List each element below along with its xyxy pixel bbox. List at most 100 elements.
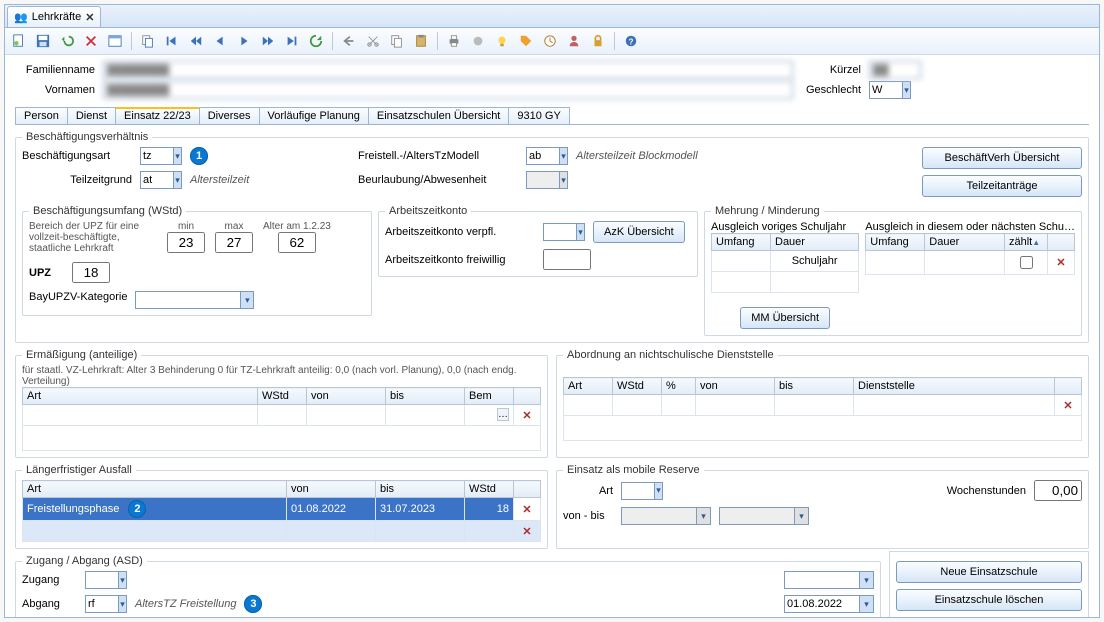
chevron-down-icon[interactable]: ▾ xyxy=(654,483,662,499)
azk-verpfl-value[interactable] xyxy=(544,224,576,240)
first-record-icon[interactable] xyxy=(162,31,182,51)
mehrung-left-grid[interactable]: Umfang Dauer Schuljahr xyxy=(711,233,859,293)
teilzeitantraege-button[interactable]: Teilzeitanträge xyxy=(922,175,1082,197)
delete-row-icon[interactable]: ✕ xyxy=(514,521,541,542)
beurlaubung-value[interactable] xyxy=(527,172,559,188)
abordnung-grid[interactable]: Art WStd % von bis Dienststelle ✕ xyxy=(563,377,1082,441)
zaehlt-checkbox[interactable] xyxy=(1020,256,1033,269)
prev-page-icon[interactable] xyxy=(186,31,206,51)
bayupzv-combo[interactable]: ▾ xyxy=(135,291,254,309)
undo-icon[interactable] xyxy=(57,31,77,51)
neue-einsatzschule-button[interactable]: Neue Einsatzschule xyxy=(896,561,1082,583)
teilzeitgrund-combo[interactable]: ▾ xyxy=(140,171,182,189)
einsatzschule-loeschen-button[interactable]: Einsatzschule löschen xyxy=(896,589,1082,611)
zugang-date-value[interactable] xyxy=(785,572,859,588)
save-icon[interactable] xyxy=(33,31,53,51)
delete-row-icon[interactable]: ✕ xyxy=(1055,395,1082,416)
abgang-combo[interactable]: ▾ xyxy=(85,595,127,613)
beschaeftverh-uebersicht-button[interactable]: BeschäftVerh Übersicht xyxy=(922,147,1082,169)
next-page-icon[interactable] xyxy=(258,31,278,51)
last-record-icon[interactable] xyxy=(282,31,302,51)
ermaessigung-grid[interactable]: Art WStd von bis Bem … ✕ xyxy=(22,387,541,451)
beschaeftigungsart-combo[interactable]: ▾ xyxy=(140,147,182,165)
zugang-date-combo[interactable]: ▾ xyxy=(784,571,874,589)
vornamen-input[interactable] xyxy=(103,81,793,99)
print-icon[interactable] xyxy=(444,31,464,51)
chevron-down-icon[interactable]: ▾ xyxy=(240,292,253,308)
mobile-art-combo[interactable]: ▾ xyxy=(621,482,663,500)
mm-uebersicht-button[interactable]: MM Übersicht xyxy=(740,307,830,329)
azk-verpfl-combo[interactable]: ▾ xyxy=(543,223,585,241)
delete-row-icon[interactable]: ✕ xyxy=(1048,251,1075,275)
new-icon[interactable] xyxy=(9,31,29,51)
paste-icon[interactable] xyxy=(411,31,431,51)
cut-icon[interactable] xyxy=(363,31,383,51)
copy2-icon[interactable] xyxy=(387,31,407,51)
chevron-down-icon[interactable]: ▾ xyxy=(859,572,873,588)
kuerzel-input[interactable] xyxy=(869,61,921,79)
bulb-icon[interactable] xyxy=(492,31,512,51)
chevron-down-icon[interactable]: ▾ xyxy=(696,508,710,524)
azk-uebersicht-button[interactable]: AzK Übersicht xyxy=(593,221,685,243)
ausfall-row-selected[interactable]: Freistellungsphase 2 01.08.2022 31.07.20… xyxy=(23,498,541,521)
zugang-combo[interactable]: ▾ xyxy=(85,571,127,589)
copy-icon[interactable] xyxy=(138,31,158,51)
bayupzv-value[interactable] xyxy=(136,292,240,308)
mobile-art-value[interactable] xyxy=(622,483,654,499)
chevron-down-icon[interactable]: ▾ xyxy=(173,172,181,188)
chevron-down-icon[interactable]: ▾ xyxy=(902,82,910,98)
delete-row-icon[interactable]: ✕ xyxy=(514,498,541,521)
teilzeitgrund-value[interactable] xyxy=(141,172,173,188)
tab-person[interactable]: Person xyxy=(15,107,68,124)
mobile-bis-combo[interactable]: ▾ xyxy=(719,507,809,525)
tab-einsatzschulen-uebersicht[interactable]: Einsatzschulen Übersicht xyxy=(368,107,510,124)
tab-diverses[interactable]: Diverses xyxy=(199,107,260,124)
mobile-von-value[interactable] xyxy=(622,508,696,524)
refresh-icon[interactable] xyxy=(306,31,326,51)
ellipsis-button[interactable]: … xyxy=(497,408,509,421)
list-icon[interactable] xyxy=(105,31,125,51)
document-tab[interactable]: 👥 Lehrkräfte ✕ xyxy=(7,6,101,27)
next-record-icon[interactable] xyxy=(234,31,254,51)
beschaeftigungsart-value[interactable] xyxy=(141,148,173,164)
min-input[interactable] xyxy=(167,232,205,253)
tab-einsatz[interactable]: Einsatz 22/23 xyxy=(115,107,200,124)
back-icon[interactable] xyxy=(339,31,359,51)
ausfall-grid[interactable]: Art von bis WStd Freistellungsphase 2 01… xyxy=(22,480,541,542)
chevron-down-icon[interactable]: ▾ xyxy=(576,224,584,240)
abgang-date-value[interactable] xyxy=(785,596,859,612)
delete-row-icon[interactable]: ✕ xyxy=(514,405,541,426)
upz-input[interactable] xyxy=(72,262,110,283)
tab-dienst[interactable]: Dienst xyxy=(67,107,116,124)
chevron-down-icon[interactable]: ▾ xyxy=(859,596,873,612)
freistell-value[interactable] xyxy=(527,148,559,164)
clock-icon[interactable] xyxy=(540,31,560,51)
lock-icon[interactable] xyxy=(588,31,608,51)
beurlaubung-combo[interactable]: ▾ xyxy=(526,171,568,189)
geschlecht-value[interactable] xyxy=(870,82,902,98)
chevron-down-icon[interactable]: ▾ xyxy=(794,508,808,524)
chevron-down-icon[interactable]: ▾ xyxy=(173,148,181,164)
azk-freiw-input[interactable] xyxy=(543,249,591,270)
chevron-down-icon[interactable]: ▾ xyxy=(559,148,567,164)
close-icon[interactable]: ✕ xyxy=(85,11,94,24)
dim-icon[interactable] xyxy=(468,31,488,51)
chevron-down-icon[interactable]: ▾ xyxy=(118,596,126,612)
mobile-von-combo[interactable]: ▾ xyxy=(621,507,711,525)
familienname-input[interactable] xyxy=(103,61,793,79)
abgang-date-combo[interactable]: ▾ xyxy=(784,595,874,613)
zugang-value[interactable] xyxy=(86,572,118,588)
tag-icon[interactable] xyxy=(516,31,536,51)
chevron-down-icon[interactable]: ▾ xyxy=(559,172,567,188)
wochenstunden-input[interactable] xyxy=(1034,480,1082,501)
max-input[interactable] xyxy=(215,232,253,253)
abgang-value[interactable] xyxy=(86,596,118,612)
geschlecht-combo[interactable]: ▾ xyxy=(869,81,911,99)
help-icon[interactable]: ? xyxy=(621,31,641,51)
person-icon[interactable] xyxy=(564,31,584,51)
alter-input[interactable] xyxy=(278,232,316,253)
freistell-combo[interactable]: ▾ xyxy=(526,147,568,165)
mehrung-right-grid[interactable]: Umfang Dauer zählt▲ ✕ xyxy=(865,233,1075,275)
chevron-down-icon[interactable]: ▾ xyxy=(118,572,126,588)
tab-vorlaeufige-planung[interactable]: Vorläufige Planung xyxy=(259,107,369,124)
